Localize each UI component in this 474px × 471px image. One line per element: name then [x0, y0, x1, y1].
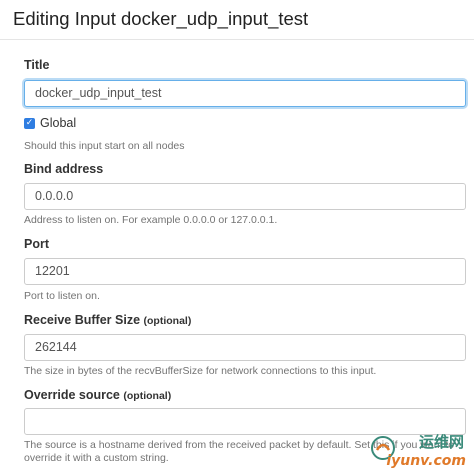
watermark-top-text: 运维网: [418, 433, 464, 451]
port-help: Port to listen on.: [24, 290, 100, 302]
global-checkbox[interactable]: ✓: [24, 117, 35, 129]
port-label: Port: [24, 237, 49, 251]
override-source-label: Override source (optional): [24, 388, 172, 402]
watermark: 运维网 iyunv.com: [370, 431, 470, 469]
title-input-wrap: docker_udp_input_test: [24, 80, 466, 107]
global-help: Should this input start on all nodes: [24, 140, 185, 152]
recv-buffer-input[interactable]: 262144: [24, 334, 466, 361]
title-field-group: Title: [24, 58, 49, 73]
port-input[interactable]: 12201: [24, 258, 466, 285]
bind-address-help: Address to listen on. For example 0.0.0.…: [24, 214, 278, 226]
recv-buffer-optional: (optional): [143, 315, 192, 327]
recv-buffer-help: The size in bytes of the recvBufferSize …: [24, 365, 377, 377]
title-label: Title: [24, 58, 50, 72]
bind-address-input[interactable]: 0.0.0.0: [24, 183, 466, 210]
global-checkbox-row[interactable]: ✓ Global: [24, 116, 76, 130]
title-input[interactable]: docker_udp_input_test: [24, 80, 466, 107]
bind-address-label: Bind address: [24, 162, 104, 176]
modal-header: Editing Input docker_udp_input_test: [0, 0, 474, 40]
override-source-optional: (optional): [123, 390, 172, 402]
watermark-bottom-text: iyunv.com: [386, 453, 466, 469]
global-label: Global: [40, 116, 77, 130]
modal-title: Editing Input docker_udp_input_test: [13, 8, 309, 29]
recv-buffer-label: Receive Buffer Size (optional): [24, 313, 192, 327]
